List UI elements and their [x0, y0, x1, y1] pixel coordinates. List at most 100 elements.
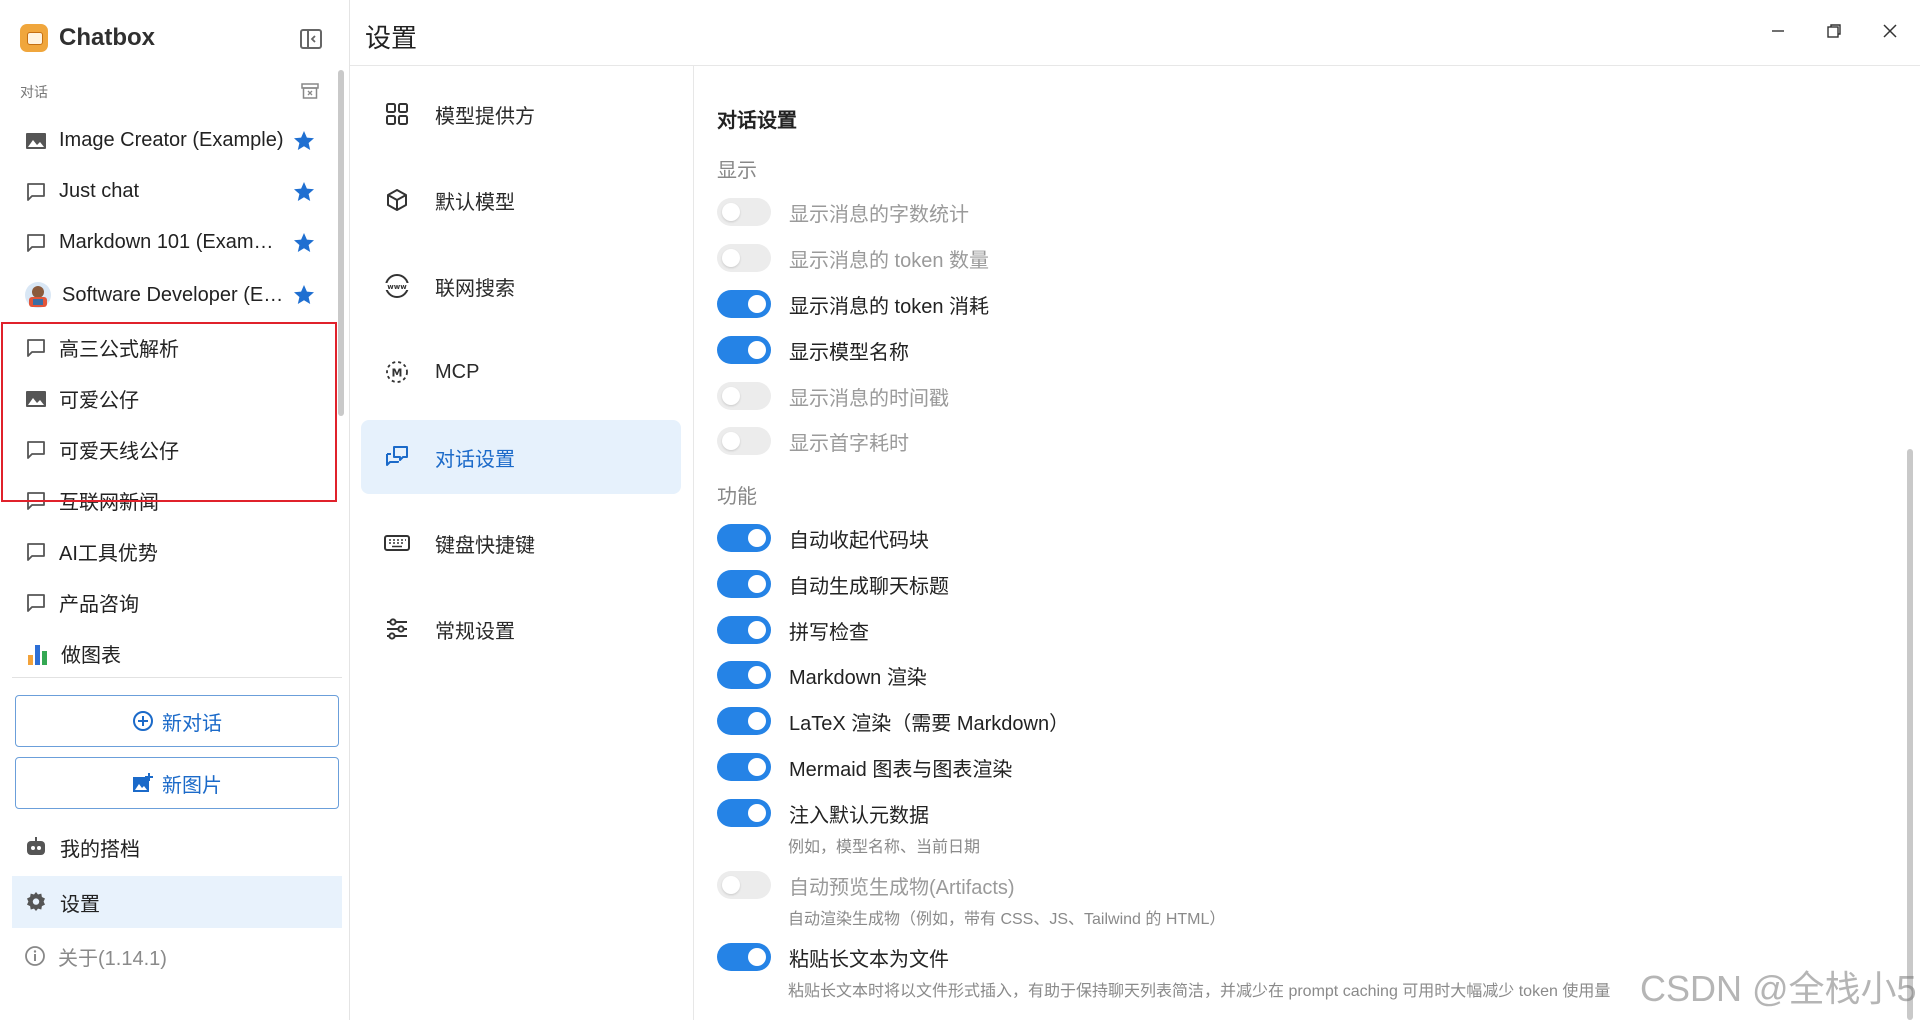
new-image-label: 新图片 [162, 774, 222, 797]
gear-icon [27, 892, 45, 911]
sidebar-scrollbar[interactable] [338, 70, 344, 416]
about-nav[interactable]: 关于(1.14.1) [12, 930, 342, 982]
close-icon[interactable] [1870, 14, 1910, 48]
about-label: 关于(1.14.1) [58, 947, 167, 970]
conversation-item[interactable]: 产品咨询 [12, 577, 330, 628]
toggle-switch[interactable] [717, 290, 771, 318]
conversation-label: Software Developer (Example) [62, 283, 287, 306]
toggle-switch[interactable] [717, 570, 771, 598]
globe-www-icon: www [383, 272, 411, 300]
toggle-switch[interactable] [717, 661, 771, 689]
chat-settings-panel: 对话设置 显示 显示消息的字数统计 显示消息的 token 数量 显示消息的 t… [695, 66, 1920, 1020]
toggle-label: 显示消息的 token 数量 [789, 249, 990, 272]
nav-web-search[interactable]: www 联网搜索 [361, 249, 681, 323]
toggle-switch[interactable] [717, 943, 771, 971]
conversation-item[interactable]: Software Developer (Example) [12, 268, 330, 322]
star-icon[interactable] [292, 283, 316, 307]
toggle-row[interactable]: LaTeX 渲染（需要 Markdown） [717, 704, 1069, 738]
conversation-item[interactable]: AI工具优势 [12, 526, 330, 577]
chat-icon [24, 591, 48, 615]
settings-nav: 模型提供方 默认模型 www 联网搜索 M MCP 对话设置 键盘快捷键 常规设… [350, 66, 694, 1020]
toggle-row[interactable]: 粘贴长文本为文件 [717, 940, 949, 974]
toggle-label: 显示消息的时间戳 [789, 387, 949, 410]
toggle-description: 例如，模型名称、当前日期 [788, 839, 981, 856]
toggle-label: 粘贴长文本为文件 [789, 948, 949, 971]
chat-settings-icon [383, 443, 411, 471]
toggle-label: 拼写检查 [789, 621, 869, 644]
toggle-label: Mermaid 图表与图表渲染 [789, 758, 1013, 781]
my-partners-label: 我的搭档 [60, 838, 140, 861]
toggle-switch[interactable] [717, 336, 771, 364]
toggle-switch[interactable] [717, 871, 771, 899]
toggle-label: LaTeX 渲染（需要 Markdown） [789, 712, 1070, 735]
toggle-switch[interactable] [717, 616, 771, 644]
bar-chart-icon [24, 642, 52, 666]
toggle-row[interactable]: 显示消息的 token 数量 [717, 241, 989, 275]
toggle-switch[interactable] [717, 382, 771, 410]
conversation-item[interactable]: Markdown 101 (Example) [12, 217, 330, 268]
my-partners-nav[interactable]: 我的搭档 [12, 821, 342, 873]
toggle-row[interactable]: 显示模型名称 [717, 333, 909, 367]
toggle-switch[interactable] [717, 427, 771, 455]
toggle-row[interactable]: 显示首字耗时 [717, 424, 909, 458]
star-icon[interactable] [292, 231, 316, 255]
toggle-row[interactable]: 显示消息的 token 消耗 [717, 287, 989, 321]
nav-label: MCP [435, 360, 480, 383]
star-icon[interactable] [292, 129, 316, 153]
minimize-icon[interactable] [1758, 14, 1798, 48]
conversation-label: 做图表 [61, 645, 121, 667]
divider [12, 677, 342, 678]
toggle-switch[interactable] [717, 799, 771, 827]
toggle-label: Markdown 渲染 [789, 666, 927, 689]
star-icon[interactable] [292, 180, 316, 204]
toggle-row[interactable]: 注入默认元数据 [717, 796, 929, 830]
toggle-row[interactable]: 显示消息的时间戳 [717, 379, 949, 413]
conversation-item[interactable]: 做图表 [12, 628, 330, 679]
conversation-label: Markdown 101 (Example) [59, 231, 281, 253]
toggle-row[interactable]: Markdown 渲染 [717, 658, 927, 692]
toggle-switch[interactable] [717, 198, 771, 226]
toggle-switch[interactable] [717, 707, 771, 735]
nav-default-model[interactable]: 默认模型 [361, 163, 681, 237]
toggle-switch[interactable] [717, 524, 771, 552]
toggle-row[interactable]: Mermaid 图表与图表渲染 [717, 750, 1012, 784]
developer-avatar-icon [24, 282, 52, 308]
toggle-switch[interactable] [717, 753, 771, 781]
restore-icon[interactable] [1814, 14, 1854, 48]
robot-icon [27, 837, 45, 855]
conversation-label: Image Creator (Example) [59, 129, 284, 151]
toggle-row[interactable]: 拼写检查 [717, 613, 869, 647]
titlebar: 设置 [350, 0, 1920, 66]
toggle-label: 注入默认元数据 [789, 804, 929, 827]
nav-keyboard-shortcuts[interactable]: 键盘快捷键 [361, 506, 681, 580]
new-chat-button[interactable]: 新对话 [15, 695, 339, 747]
nav-chat-settings[interactable]: 对话设置 [361, 420, 681, 494]
annotation-highlight-box [1, 322, 337, 502]
toggle-switch[interactable] [717, 244, 771, 272]
nav-model-providers[interactable]: 模型提供方 [361, 77, 681, 151]
toggle-row[interactable]: 自动预览生成物(Artifacts) [717, 868, 1015, 902]
toggle-row[interactable]: 显示消息的字数统计 [717, 195, 969, 229]
toggle-row[interactable]: 自动生成聊天标题 [717, 567, 949, 601]
section-title: 对话设置 [717, 110, 797, 132]
nav-mcp[interactable]: M MCP [361, 335, 681, 409]
toggle-label: 显示首字耗时 [789, 432, 909, 455]
settings-nav[interactable]: 设置 [12, 876, 342, 928]
image-icon [24, 129, 48, 153]
toggle-row[interactable]: 自动收起代码块 [717, 521, 929, 555]
info-icon [25, 946, 45, 966]
conversation-item[interactable]: Just chat [12, 166, 330, 217]
clear-conversations-icon[interactable] [300, 82, 320, 100]
conversation-item[interactable]: Image Creator (Example) [12, 115, 330, 166]
add-image-icon [133, 773, 153, 792]
grid-icon [383, 100, 411, 128]
nav-general-settings[interactable]: 常规设置 [361, 592, 681, 666]
new-image-button[interactable]: 新图片 [15, 757, 339, 809]
svg-text:www: www [387, 283, 407, 291]
conversation-label: AI工具优势 [59, 543, 158, 565]
collapse-sidebar-icon[interactable] [298, 26, 324, 52]
app-name: Chatbox [59, 24, 155, 51]
toggle-label: 显示模型名称 [789, 341, 909, 364]
conversations-section-label: 对话 [20, 84, 48, 100]
content-scrollbar[interactable] [1907, 449, 1913, 1020]
